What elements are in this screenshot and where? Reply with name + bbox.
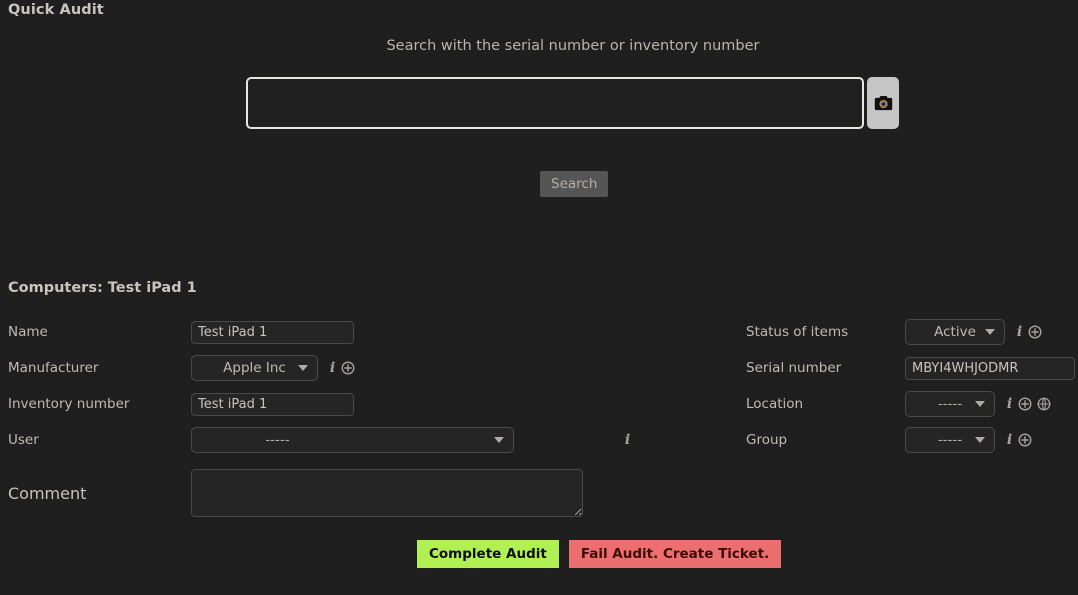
group-select[interactable]: ----- [905, 427, 995, 453]
chevron-down-icon [975, 437, 985, 443]
form-column-left: Name Manufacturer Apple Inc i Inventory … [8, 314, 668, 528]
field-row-status: Status of items Active i [746, 314, 1078, 350]
fail-audit-button[interactable]: Fail Audit. Create Ticket. [568, 540, 782, 568]
chevron-down-icon [494, 437, 504, 443]
name-input[interactable] [191, 320, 354, 344]
location-value: ----- [937, 396, 963, 412]
serial-number-input[interactable] [905, 356, 1075, 380]
page-title: Quick Audit [8, 2, 104, 18]
info-icon[interactable]: i [1016, 324, 1023, 340]
status-value: Active [934, 324, 976, 340]
label-comment: Comment [8, 483, 87, 503]
chevron-down-icon [298, 365, 308, 371]
chevron-down-icon [975, 401, 985, 407]
field-row-group: Group ----- i [746, 422, 1078, 458]
plus-circle-icon[interactable] [1018, 433, 1032, 447]
status-icons: i [1016, 324, 1042, 340]
action-buttons: Complete Audit Fail Audit. Create Ticket… [417, 540, 782, 568]
info-icon[interactable]: i [329, 360, 336, 376]
plus-circle-icon[interactable] [1028, 325, 1042, 339]
field-row-comment: Comment [8, 458, 668, 528]
camera-icon [874, 95, 893, 111]
label-inventory-number: Inventory number [8, 396, 130, 412]
field-row-user: User ----- i [8, 422, 668, 458]
chevron-down-icon [985, 329, 995, 335]
field-row-serial-number: Serial number [746, 350, 1078, 386]
comment-textarea[interactable] [191, 469, 583, 517]
camera-scan-button[interactable] [867, 77, 899, 129]
plus-circle-icon[interactable] [1018, 397, 1032, 411]
inventory-number-input[interactable] [191, 392, 354, 416]
info-icon[interactable]: i [1006, 396, 1013, 412]
group-value: ----- [937, 432, 963, 448]
field-row-name: Name [8, 314, 668, 350]
search-row [246, 77, 899, 129]
user-select[interactable]: ----- [191, 427, 514, 453]
field-row-location: Location ----- i [746, 386, 1078, 422]
form-column-right: Status of items Active i Serial number L… [746, 314, 1078, 458]
status-select[interactable]: Active [905, 319, 1005, 345]
location-select[interactable]: ----- [905, 391, 995, 417]
search-block: Search with the serial number or invento… [0, 38, 1078, 54]
search-hint: Search with the serial number or invento… [386, 38, 760, 54]
label-manufacturer: Manufacturer [8, 360, 99, 376]
manufacturer-select[interactable]: Apple Inc [191, 355, 318, 381]
label-serial-number: Serial number [746, 360, 842, 376]
field-row-inventory-number: Inventory number [8, 386, 668, 422]
label-status: Status of items [746, 324, 849, 340]
label-group: Group [746, 432, 788, 448]
globe-icon[interactable] [1037, 397, 1051, 411]
user-icons: i [624, 432, 631, 448]
search-button[interactable]: Search [540, 171, 609, 197]
label-user: User [8, 432, 39, 448]
manufacturer-icons: i [329, 360, 355, 376]
label-name: Name [8, 324, 48, 340]
record-heading: Computers: Test iPad 1 [8, 280, 197, 296]
info-icon[interactable]: i [1006, 432, 1013, 448]
location-icons: i [1006, 396, 1051, 412]
user-value: ----- [265, 432, 290, 448]
info-icon[interactable]: i [624, 432, 631, 448]
plus-circle-icon[interactable] [341, 361, 355, 375]
group-icons: i [1006, 432, 1032, 448]
complete-audit-button[interactable]: Complete Audit [417, 540, 559, 568]
search-input[interactable] [246, 77, 864, 129]
field-row-manufacturer: Manufacturer Apple Inc i [8, 350, 668, 386]
label-location: Location [746, 396, 804, 412]
manufacturer-value: Apple Inc [223, 360, 286, 376]
